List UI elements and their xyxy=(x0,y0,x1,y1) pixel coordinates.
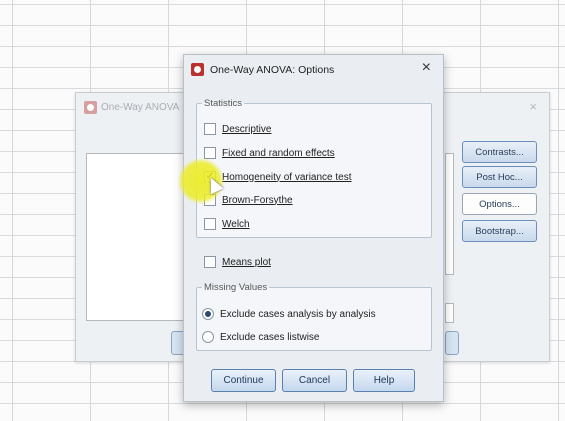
welch-checkbox[interactable]: Welch xyxy=(204,218,250,230)
homogeneity-checkbox[interactable]: ✔ Homogeneity of variance test xyxy=(204,171,352,183)
options-dialog-title: One-Way ANOVA: Options xyxy=(191,63,334,76)
fixed-random-effects-checkbox[interactable]: Fixed and random effects xyxy=(204,147,335,159)
parent-title-text: One-Way ANOVA xyxy=(101,102,180,113)
variable-list[interactable] xyxy=(86,153,188,321)
cancel-button[interactable]: Cancel xyxy=(282,369,347,392)
options-dialog: One-Way ANOVA: Options × Statistics Desc… xyxy=(183,54,444,402)
parent-dialog-title: One-Way ANOVA xyxy=(84,101,179,114)
factor-field[interactable] xyxy=(445,303,454,323)
exclude-analysis-radio[interactable]: Exclude cases analysis by analysis xyxy=(202,308,376,320)
exclude-listwise-radio[interactable]: Exclude cases listwise xyxy=(202,331,319,343)
means-plot-checkbox[interactable]: Means plot xyxy=(204,256,271,268)
close-icon[interactable]: × xyxy=(422,59,431,77)
dependent-list[interactable] xyxy=(445,153,454,275)
checkbox-box[interactable] xyxy=(204,123,216,135)
descriptive-checkbox[interactable]: Descriptive xyxy=(204,123,271,135)
checkbox-box[interactable] xyxy=(204,256,216,268)
missing-values-legend: Missing Values xyxy=(204,282,268,293)
exclude-analysis-label: Exclude cases analysis by analysis xyxy=(220,308,376,320)
exclude-listwise-label: Exclude cases listwise xyxy=(220,331,320,343)
fixed-random-effects-label: Fixed and random effects xyxy=(222,147,335,159)
checkbox-box[interactable] xyxy=(204,218,216,230)
radio-button[interactable] xyxy=(202,331,214,343)
options-button[interactable]: Options... xyxy=(462,193,537,215)
means-plot-label: Means plot xyxy=(222,256,271,268)
spss-app-icon xyxy=(84,101,97,114)
post-hoc-button[interactable]: Post Hoc... xyxy=(462,166,537,188)
radio-selected-dot xyxy=(205,311,211,317)
help-button[interactable]: Help xyxy=(353,369,415,392)
statistics-group: Statistics xyxy=(196,98,432,238)
bootstrap-button[interactable]: Bootstrap... xyxy=(462,220,537,242)
descriptive-label: Descriptive xyxy=(222,123,272,135)
continue-button[interactable]: Continue xyxy=(211,369,276,392)
help-button-parent[interactable] xyxy=(445,331,459,355)
radio-button[interactable] xyxy=(202,308,214,320)
homogeneity-label: Homogeneity of variance test xyxy=(222,171,352,183)
welch-label: Welch xyxy=(222,218,250,230)
checkbox-box[interactable] xyxy=(204,147,216,159)
spss-app-icon xyxy=(191,63,204,76)
options-title-text: One-Way ANOVA: Options xyxy=(210,63,335,76)
contrasts-button[interactable]: Contrasts... xyxy=(462,141,537,163)
statistics-legend: Statistics xyxy=(204,98,243,109)
brown-forsythe-label: Brown-Forsythe xyxy=(222,194,293,206)
parent-close-icon[interactable]: × xyxy=(529,99,537,114)
